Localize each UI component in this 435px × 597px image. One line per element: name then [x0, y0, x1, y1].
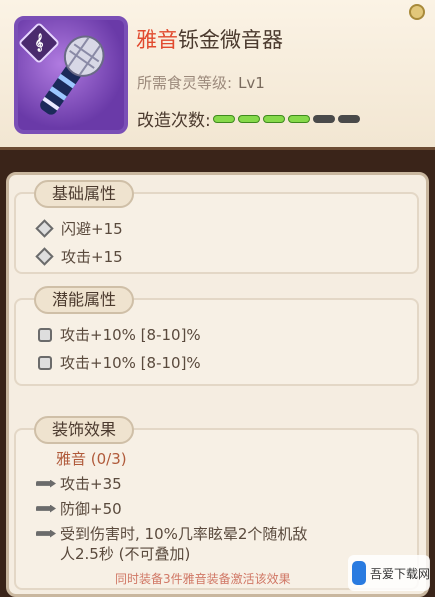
- required-level-value: Lv1: [238, 74, 265, 92]
- item-icon-frame[interactable]: 𝄞: [14, 16, 128, 134]
- basic-stat-row: 闪避+15: [35, 218, 123, 239]
- set-effect-text: 防御+50: [60, 500, 122, 518]
- potential-stat-text: 攻击+10% [8-10]%: [60, 326, 201, 344]
- refine-pip: [212, 114, 235, 123]
- required-level-label: 所需食灵等级:: [137, 74, 233, 92]
- refine-progress: [212, 114, 360, 123]
- item-name-prefix: 雅音: [136, 28, 178, 52]
- refine-count-label: 改造次数:: [137, 111, 211, 131]
- set-effect-text: 攻击+35: [60, 475, 122, 493]
- basic-stat-text: 攻击+15: [61, 248, 123, 266]
- item-name: 雅音铄金微音器: [136, 24, 283, 54]
- attack-icon: [38, 355, 52, 370]
- arrow-icon: [36, 479, 56, 488]
- music-note-icon: 𝄞: [34, 33, 44, 51]
- set-effect-text: 受到伤害时, 10%几率眩晕2个随机敌: [60, 525, 308, 543]
- basic-attributes-section: 基础属性 闪避+15 攻击+15: [14, 180, 419, 274]
- potential-stat-text: 攻击+10% [8-10]%: [60, 354, 201, 372]
- set-effect-text-continued: 人2.5秒 (不可叠加): [60, 545, 191, 563]
- potential-attributes-section: 潜能属性 攻击+10% [8-10]% 攻击+10% [8-10]%: [14, 286, 419, 386]
- refine-pip: [237, 114, 260, 123]
- refine-pip: [337, 114, 360, 123]
- watermark-logo-icon: [352, 561, 366, 585]
- arrow-icon: [36, 529, 56, 538]
- required-level-row: 所需食灵等级: Lv1: [137, 72, 265, 93]
- item-header-panel: 𝄞 雅音铄金微音器 所需食灵等级: Lv1 改造次数:: [0, 0, 435, 150]
- set-effect-row: 受到伤害时, 10%几率眩晕2个随机敌: [36, 523, 307, 544]
- set-activation-hint: 同时装备3件雅音装备激活该效果: [115, 572, 291, 586]
- dodge-icon: [35, 219, 54, 238]
- basic-attributes-title: 基础属性: [34, 180, 135, 208]
- info-icon[interactable]: [409, 4, 425, 20]
- attack-icon: [35, 247, 54, 266]
- basic-stat-row: 攻击+15: [35, 246, 123, 267]
- item-name-main: 铄金微音器: [178, 28, 283, 52]
- arrow-icon: [36, 504, 56, 513]
- potential-stat-row: 攻击+10% [8-10]%: [38, 352, 201, 373]
- refine-count-row: 改造次数:: [137, 106, 360, 131]
- watermark-text: 吾爱下载网: [369, 566, 430, 581]
- potential-stat-row: 攻击+10% [8-10]%: [38, 324, 201, 345]
- set-effect-row: 攻击+35: [36, 473, 122, 494]
- refine-pip: [287, 114, 310, 123]
- refine-pip: [312, 114, 335, 123]
- watermark: 吾爱下载网: [348, 555, 430, 591]
- set-effect-title: 装饰效果: [34, 416, 135, 444]
- refine-pip: [262, 114, 285, 123]
- attack-icon: [38, 327, 52, 342]
- basic-stat-text: 闪避+15: [61, 220, 123, 238]
- set-name: 雅音 (0/3): [56, 450, 127, 468]
- set-effect-row: 防御+50: [36, 498, 122, 519]
- potential-attributes-title: 潜能属性: [34, 286, 135, 314]
